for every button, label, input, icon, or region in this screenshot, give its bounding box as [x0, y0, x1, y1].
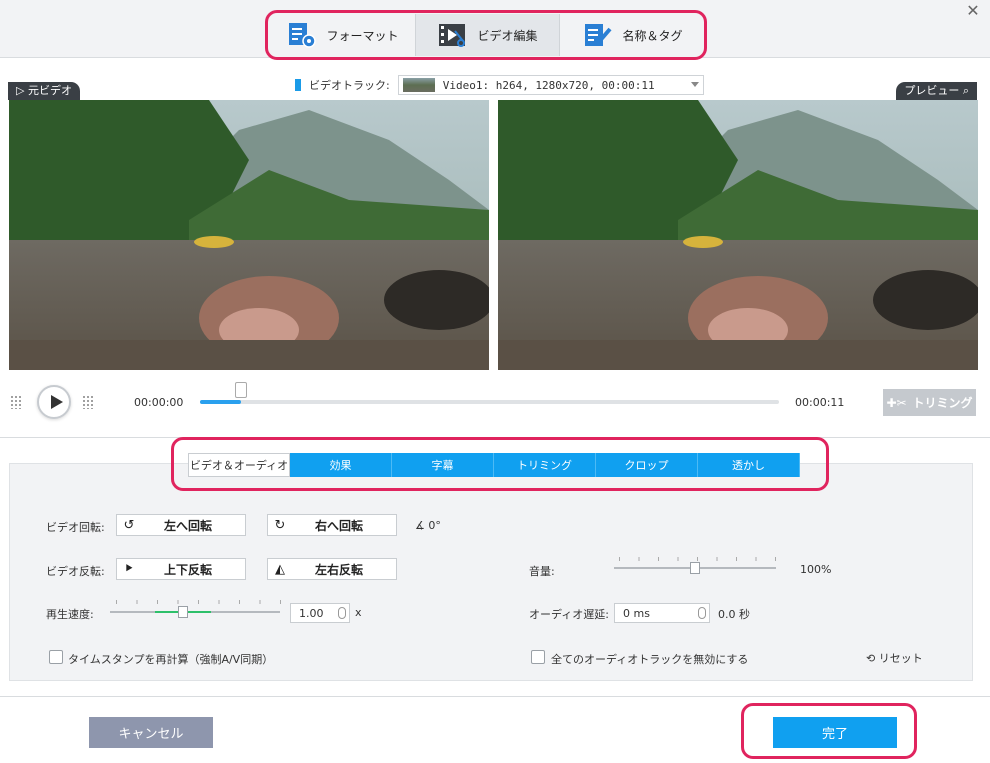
flip-vertical-button[interactable]: ⯈ 上下反転 [116, 558, 246, 580]
rotation-angle-value: 0° [428, 519, 441, 532]
source-video-label: ▷ 元ビデオ [8, 82, 80, 100]
video-edit-icon [439, 24, 466, 47]
seek-progress [200, 400, 241, 404]
rotate-left-icon: ↺ [123, 517, 135, 533]
tab-crop[interactable]: クロップ [596, 453, 698, 477]
spinner-icon[interactable] [338, 607, 346, 619]
trim-button-label: トリミング [912, 396, 973, 410]
preview-text: プレビュー [904, 84, 960, 97]
tab-rename-tag-label: 名称＆タグ [622, 28, 683, 43]
tab-video-edit[interactable]: ビデオ編集 [415, 14, 560, 56]
tab-effects[interactable]: 効果 [290, 453, 392, 477]
timestamp-label: タイムスタンプを再計算（強制A/V同期） [68, 653, 274, 666]
seek-bar[interactable] [200, 382, 779, 404]
source-video-text: 元ビデオ [27, 84, 72, 97]
current-time: 00:00:00 [134, 396, 184, 409]
video-track-label: ビデオトラック: [309, 79, 390, 92]
video-track-value: Video1: h264, 1280x720, 00:00:11 [442, 78, 655, 92]
speed-input[interactable]: 1.00 [290, 603, 350, 623]
trim-button[interactable]: ✚✂ トリミング [883, 389, 976, 416]
flip-vertical-icon: ⯈ [123, 561, 135, 577]
scissors-icon: ✚✂ [886, 395, 907, 410]
speed-ticks [116, 600, 282, 604]
rotate-right-icon: ↻ [274, 517, 286, 533]
rotate-right-button[interactable]: ↻ 右へ回転 [267, 514, 397, 536]
tab-video-edit-label: ビデオ編集 [477, 28, 538, 43]
rotation-angle: ∡ 0° [415, 519, 441, 532]
tab-video-audio[interactable]: ビデオ＆オーディオ [188, 453, 290, 477]
tab-rename-tag[interactable]: 名称＆タグ [560, 14, 705, 56]
audio-delay-readout: 0.0 秒 [718, 608, 750, 621]
volume-ticks [619, 557, 779, 561]
reset-label: リセット [878, 652, 923, 665]
done-button[interactable]: 完了 [773, 717, 897, 748]
timestamp-checkbox[interactable] [49, 650, 63, 664]
divider [0, 437, 990, 438]
format-settings-icon [289, 23, 317, 48]
speed-knob[interactable] [178, 606, 189, 618]
speed-label: 再生速度: [46, 608, 94, 621]
cancel-button[interactable]: キャンセル [89, 717, 213, 748]
rotate-left-label: 左へ回転 [163, 518, 212, 533]
audio-delay-input-value: 0 ms [623, 606, 650, 620]
audio-delay-input[interactable]: 0 ms [614, 603, 710, 623]
total-time: 00:00:11 [795, 396, 845, 409]
disable-audio-label: 全てのオーディオトラックを無効にする [551, 653, 749, 666]
volume-value: 100% [800, 563, 832, 576]
audio-delay-label: オーディオ遅延: [529, 608, 609, 621]
close-icon[interactable]: ✕ [964, 2, 982, 20]
track-thumbnail [402, 78, 435, 92]
divider [0, 696, 990, 697]
source-video-frame [9, 100, 489, 370]
tab-trim[interactable]: トリミング [494, 453, 596, 477]
volume-label: 音量: [529, 565, 555, 578]
video-track-row: ビデオトラック: Video1: h264, 1280x720, 00:00:1… [295, 74, 704, 96]
tab-format-label: フォーマット [326, 28, 399, 43]
tab-format[interactable]: フォーマット [270, 14, 415, 56]
rotate-right-label: 右へ回転 [314, 518, 363, 533]
video-track-icon [295, 79, 301, 91]
spinner-icon[interactable] [698, 607, 706, 619]
video-track-select[interactable]: Video1: h264, 1280x720, 00:00:11 [397, 75, 704, 95]
disable-audio-checkbox[interactable] [531, 650, 545, 664]
search-icon: ⌕ [962, 84, 969, 97]
rotate-left-button[interactable]: ↺ 左へ回転 [116, 514, 246, 536]
drag-grip-icon[interactable] [10, 395, 22, 409]
flip-horizontal-label: 左右反転 [314, 562, 363, 577]
chevron-down-icon [690, 82, 699, 87]
flip-vertical-label: 上下反転 [163, 562, 212, 577]
flip-label: ビデオ反転: [46, 565, 105, 578]
tab-subtitles[interactable]: 字幕 [392, 453, 494, 477]
top-bar: ✕ フォーマット ビデオ編集 名称＆タグ [0, 0, 990, 58]
flip-horizontal-icon: ◭ [275, 561, 285, 577]
reset-icon: ⟲ [866, 652, 876, 665]
drag-grip-icon[interactable] [82, 395, 94, 409]
play-button[interactable] [37, 385, 71, 419]
rename-tag-icon [585, 24, 613, 46]
flip-horizontal-button[interactable]: ◭ 左右反転 [267, 558, 397, 580]
speed-input-value: 1.00 [299, 606, 324, 620]
volume-knob[interactable] [690, 562, 700, 574]
top-tabs: フォーマット ビデオ編集 名称＆タグ [270, 14, 705, 56]
preview-video-frame [498, 100, 978, 370]
rotation-label: ビデオ回転: [46, 521, 105, 534]
speed-unit: x [355, 606, 362, 619]
seek-handle[interactable] [234, 382, 247, 398]
reset-button[interactable]: ⟲ リセット [866, 650, 923, 666]
angle-icon: ∡ [415, 519, 425, 532]
tab-watermark[interactable]: 透かし [698, 453, 800, 477]
sub-tabs: ビデオ＆オーディオ 効果 字幕 トリミング クロップ 透かし [188, 453, 800, 477]
preview-label[interactable]: プレビュー ⌕ [896, 82, 977, 100]
